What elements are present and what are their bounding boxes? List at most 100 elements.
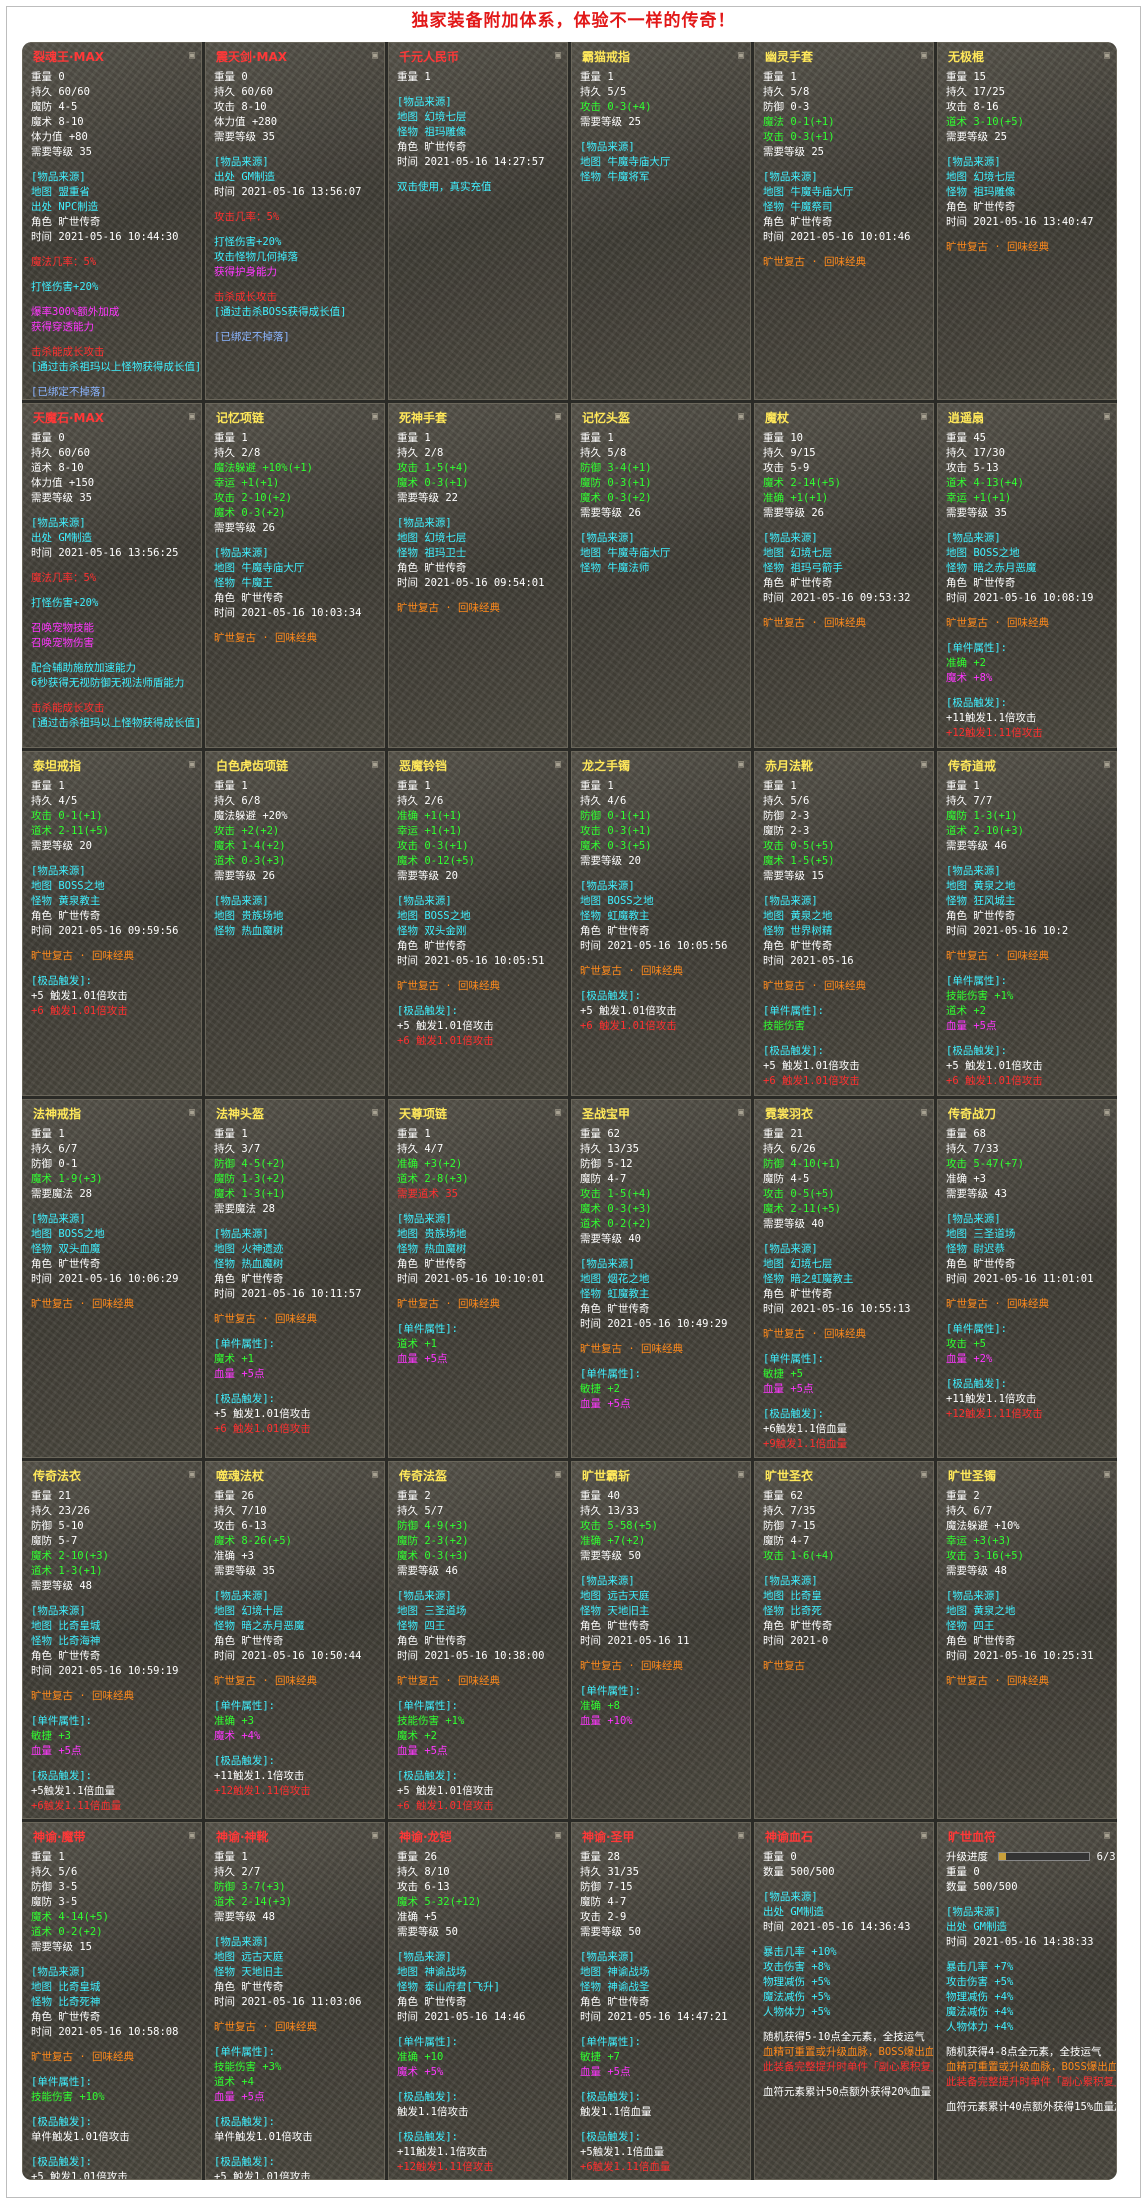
stat-line: 时间 2021-05-16 10:10:01 <box>397 1273 545 1286</box>
stat-line: [物品来源] <box>397 1213 452 1226</box>
stat-line: 时间 2021-05-16 14:38:33 <box>946 1935 1094 1948</box>
equipment-card[interactable]: 神谕·龙铠 ▣ 重量 26 持久 8/10 攻击 6-13 魔术 5-32(+12) 准确 … <box>388 1821 568 2180</box>
stat-line: 重量 62 <box>580 1128 620 1141</box>
stat-line: 重量 2 <box>946 1489 980 1502</box>
equipment-card[interactable]: 旷世霸斩 ▣ 重量 40 持久 13/33 攻击 5-58(+5) 准确 +7(+2) 需要… <box>571 1460 751 1819</box>
stat-line: 角色 旷世传奇 <box>946 910 1016 923</box>
equipment-card[interactable]: 天魔石·MAX ▣ 重量 0 持久 60/60 道术 8-10 体力值 +150 需要等级 … <box>22 403 202 749</box>
equipment-card[interactable]: 传奇法衣 ▣ 重量 21 持久 23/26 防御 5-10 魔防 5-7 魔术 2-10(+… <box>22 1460 202 1819</box>
stat-line: 单件触发1.01倍攻击 <box>31 2130 130 2143</box>
equipment-card[interactable]: 无极棍 ▣ 重量 15 持久 17/25 攻击 8-16 道术 3-10(+5) 需要等级 … <box>937 42 1117 401</box>
stat-line: 角色 旷世传奇 <box>397 1258 467 1271</box>
stat-line: 时间 2021-05-16 14:46 <box>397 2010 526 2023</box>
stat-line: 道术 8-10 <box>31 462 84 475</box>
equipment-card[interactable]: 噬魂法杖 ▣ 重量 26 持久 7/10 攻击 6-13 魔术 8-26(+5) 准确 +3… <box>205 1460 385 1819</box>
stat-line: 地图 神谕战场 <box>580 1965 650 1978</box>
stat-line: 地图 贵族场地 <box>214 910 284 923</box>
stat-line: [极品触发]: <box>397 2130 458 2143</box>
equipment-card[interactable]: 神谕血石 ▣ 重量 0 数量 500/500 [物品来源] 出处 GM制造 时间 2021-… <box>754 1821 934 2180</box>
stat-line: 持久 17/30 <box>946 447 1005 460</box>
equipment-card[interactable]: 霓裳羽衣 ▣ 重量 21 持久 6/26 防御 4-10(+1) 魔防 4-5 攻击 0-5… <box>754 1099 934 1458</box>
stat-line: 时间 2021-05-16 10:50:44 <box>214 1649 362 1662</box>
stat-line: 地图 牛魔寺庙大厅 <box>580 156 671 168</box>
equipment-card[interactable]: 传奇法盔 ▣ 重量 2 持久 5/7 防御 4-9(+3) 魔防 2-3(+2) 魔术 0-… <box>388 1460 568 1819</box>
equipment-name: 旷世圣镯 <box>948 1468 997 1483</box>
stat-line: [极品触发]: <box>946 697 1007 710</box>
stat-line: 持久 6/8 <box>214 795 261 808</box>
stat-line: 时间 2021-05-16 14:27:57 <box>397 156 545 168</box>
equipment-card[interactable]: 旷世血符 ▣ 升级进度 6/388 重量 0 数量 500/500 [物品来源] 出处 GM… <box>937 1821 1117 2180</box>
item-slot-icon: ▣ <box>554 50 561 61</box>
stat-line: 攻击 5-47(+7) <box>946 1158 1024 1171</box>
equipment-card[interactable]: 传奇战刀 ▣ 重量 68 持久 7/33 攻击 5-47(+7) 准确 +3 需要等级 43… <box>937 1099 1117 1458</box>
equipment-card[interactable]: 死神手套 ▣ 重量 1 持久 2/8 攻击 1-5(+4) 魔术 0-3(+1) 需要等级 … <box>388 403 568 749</box>
stat-line: 地图 BOSS之地 <box>946 547 1020 560</box>
stat-line: 怪物 热血魔树 <box>214 925 284 938</box>
stat-line: 时间 2021-05-16 10:05:56 <box>580 940 728 953</box>
stat-line: 魔防 2-3 <box>763 825 810 838</box>
equipment-card[interactable]: 魔杖 ▣ 重量 10 持久 9/15 攻击 5-9 魔术 2-14(+5) 准确 +1(+1… <box>754 403 934 749</box>
stat-line: 出处 NPC制造 <box>31 201 99 213</box>
stat-line: 攻击 0-5(+5) <box>763 840 835 853</box>
stat-line: 魔法躲避 +10% <box>946 1519 1020 1532</box>
equipment-card[interactable]: 旷世圣镯 ▣ 重量 2 持久 6/7 魔法躲避 +10% 幸运 +3(+3) 攻击 3-16… <box>937 1460 1117 1819</box>
equipment-card[interactable]: 法神头盔 ▣ 重量 1 持久 3/7 防御 4-5(+2) 魔防 1-3(+2) 魔术 1-… <box>205 1099 385 1458</box>
equipment-card[interactable]: 龙之手镯 ▣ 重量 1 持久 4/6 防御 0-1(+1) 攻击 0-3(+1) 魔术 0-… <box>571 751 751 1097</box>
stat-line: 地图 比奇皇 <box>763 1589 822 1602</box>
equipment-card[interactable]: 天尊项链 ▣ 重量 1 持久 4/7 准确 +3(+2) 道术 2-8(+3) 需要道术 3… <box>388 1099 568 1458</box>
equipment-card[interactable]: 传奇道戒 ▣ 重量 1 持久 7/7 魔防 1-3(+1) 道术 2-10(+3) 需要等级… <box>937 751 1117 1097</box>
stat-line: 怪物 泰山府君[飞升] <box>397 1980 500 1993</box>
stat-line: 获得穿透能力 <box>31 321 94 333</box>
stat-line: 需要等级 26 <box>214 522 275 535</box>
equipment-card[interactable]: 裂魂王·MAX ▣ 重量 0 持久 60/60 魔防 4-5 魔术 8-10 体力值 +80… <box>22 42 202 401</box>
equipment-card[interactable]: 赤月法靴 ▣ 重量 1 持久 5/6 防御 2-3 魔防 2-3 攻击 0-5(+5) 魔术 … <box>754 751 934 1097</box>
equipment-card[interactable]: 恶魔铃铛 ▣ 重量 1 持久 2/6 准确 +1(+1) 幸运 +1(+1) 攻击 0-3(… <box>388 751 568 1097</box>
stat-line: 魔术 5-32(+12) <box>397 1895 482 1908</box>
stat-line: 需要等级 20 <box>31 840 92 853</box>
equipment-card[interactable]: 记忆头盔 ▣ 重量 1 持久 5/8 防御 3-4(+1) 魔防 0-3(+1) 魔术 0-… <box>571 403 751 749</box>
equipment-card[interactable]: 泰坦戒指 ▣ 重量 1 持久 4/5 攻击 0-1(+1) 道术 2-11(+5) 需要等级… <box>22 751 202 1097</box>
stat-line: 重量 1 <box>397 432 431 445</box>
stat-line: 旷世复古 · 回味经典 <box>946 1674 1049 1687</box>
equipment-card[interactable]: 神谕·魔带 ▣ 重量 1 持久 5/6 防御 3-5 魔防 3-5 魔术 4-14(+5) 道… <box>22 1821 202 2180</box>
stat-line: +6触发1.11倍血量 <box>580 2160 671 2173</box>
equipment-name: 震天剑·MAX <box>216 50 288 64</box>
equipment-name: 神谕·神靴 <box>216 1829 269 1844</box>
stat-line: 持久 2/6 <box>397 795 444 808</box>
equipment-card[interactable]: 逍遥扇 ▣ 重量 45 持久 17/30 攻击 5-13 道术 4-13(+4) 幸运 +1… <box>937 403 1117 749</box>
equipment-card[interactable]: 神谕·神靴 ▣ 重量 1 持久 2/7 防御 3-7(+3) 道术 2-14(+3) 需要等… <box>205 1821 385 2180</box>
stat-line: 魔术 1-4(+2) <box>214 840 286 853</box>
stat-line: +6 触发1.01倍攻击 <box>580 1020 677 1033</box>
equipment-card[interactable]: 霸猫戒指 ▣ 重量 1 持久 5/5 攻击 0-3(+4) 需要等级 25 [物品来源] 地图… <box>571 42 751 401</box>
equipment-card[interactable]: 记忆项链 ▣ 重量 1 持久 2/8 魔法躲避 +10%(+1) 幸运 +1(+1) 攻击 … <box>205 403 385 749</box>
stat-line: 地图 幻境七层 <box>763 547 833 560</box>
stat-line: 角色 旷世传奇 <box>397 1995 467 2008</box>
item-slot-icon: ▣ <box>554 1829 561 1841</box>
equipment-card[interactable]: 旷世圣衣 ▣ 重量 62 持久 7/35 防御 7-15 魔防 4-7 攻击 1-6(+4)… <box>754 1460 934 1819</box>
equipment-card[interactable]: 神谕·圣甲 ▣ 重量 28 持久 31/35 防御 7-15 魔防 4-7 攻击 2-9 需要… <box>571 1821 751 2180</box>
stat-line: +5 触发1.01倍攻击 <box>763 1060 860 1073</box>
stat-line: 攻击 6-13 <box>397 1880 450 1893</box>
equipment-card[interactable]: 千元人民币 ▣ 重量 1 [物品来源] 地图 幻境七层 怪物 祖玛雕像 角色 旷世传奇 时间 … <box>388 42 568 401</box>
stat-line: 持久 6/7 <box>946 1504 993 1517</box>
equipment-card[interactable]: 圣战宝甲 ▣ 重量 62 持久 13/35 防御 5-12 魔防 4-7 攻击 1-5(+4… <box>571 1099 751 1458</box>
stat-line: 道术 2-11(+5) <box>31 825 109 838</box>
stat-line: 持久 4/5 <box>31 795 78 808</box>
equipment-card[interactable]: 法神戒指 ▣ 重量 1 持久 6/7 防御 0-1 魔术 1-9(+3) 需要魔法 28 [物… <box>22 1099 202 1458</box>
equipment-card[interactable]: 幽灵手套 ▣ 重量 1 持久 5/8 防御 0-3 魔法 0-1(+1) 攻击 0-3(+1… <box>754 42 934 401</box>
stat-line: 攻击伤害 +8% <box>763 1960 831 1973</box>
equipment-card[interactable]: 震天剑·MAX ▣ 重量 0 持久 60/60 攻击 8-10 体力值 +280 需要等级 … <box>205 42 385 401</box>
stat-line: 怪物 比奇海神 <box>31 1634 101 1647</box>
equipment-card[interactable]: 白色虎齿项链 ▣ 重量 1 持久 6/8 魔法躲避 +20% 攻击 +2(+2) 魔术 1-… <box>205 751 385 1097</box>
stat-line: 升级进度 6/388 <box>946 1850 1116 1863</box>
